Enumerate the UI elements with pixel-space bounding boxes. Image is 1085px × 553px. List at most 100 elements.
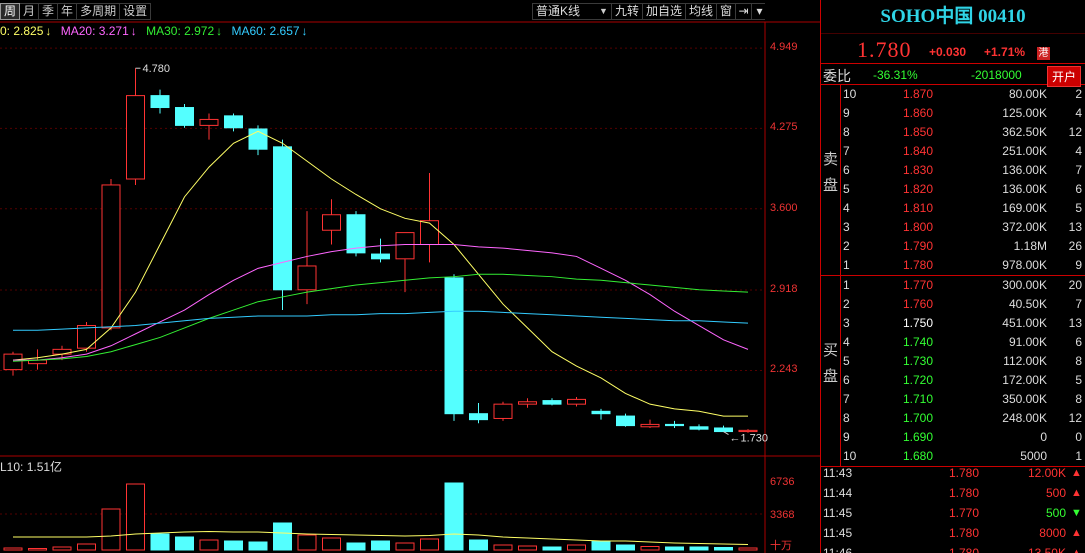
volume-bar xyxy=(101,508,121,551)
book-level: 4 xyxy=(843,335,850,349)
book-orders: 6 xyxy=(1075,335,1082,349)
bid-row[interactable]: 4 1.740 91.00K 6 xyxy=(821,333,1085,352)
book-orders: 5 xyxy=(1075,373,1082,387)
book-quantity: 91.00K xyxy=(1008,335,1047,349)
book-quantity: 248.00K xyxy=(1002,411,1047,425)
trade-row: 11:45 1.770 500 ▼ xyxy=(821,503,1085,523)
volume-bar xyxy=(420,538,439,551)
trade-price: 1.780 xyxy=(948,546,979,553)
trade-volume: 12.00K xyxy=(1027,466,1066,480)
price-tick-label: 3.600 xyxy=(770,201,798,214)
candle-body xyxy=(224,115,243,129)
ask-row[interactable]: 10 1.870 80.00K 2 xyxy=(821,85,1085,104)
price-change: +0.030 xyxy=(929,45,967,59)
ask-side: 卖盘 10 1.870 80.00K 2 9 1.860 125.00K 4 8 1.850 362… xyxy=(821,85,1085,276)
book-level: 2 xyxy=(843,239,850,253)
volume-bar xyxy=(616,544,635,551)
candle-body xyxy=(273,146,292,291)
volume-bar xyxy=(371,540,390,551)
arrow-up-icon: ▲ xyxy=(1071,547,1082,553)
volume-bar xyxy=(346,542,366,551)
book-price: 1.870 xyxy=(902,87,933,101)
book-level: 6 xyxy=(843,373,850,387)
ask-row[interactable]: 5 1.820 136.00K 6 xyxy=(821,180,1085,199)
volume-bar xyxy=(77,543,96,551)
book-price: 1.720 xyxy=(902,373,933,387)
ma10-line xyxy=(12,130,748,417)
candle-body xyxy=(591,410,611,415)
kline-chart[interactable]: 4.780 ←1.730 xyxy=(0,0,820,553)
ask-row[interactable]: 2 1.790 1.18M 26 xyxy=(821,237,1085,256)
candle-body xyxy=(689,426,709,430)
candle-body xyxy=(420,220,439,246)
bid-row[interactable]: 9 1.690 0 0 xyxy=(821,428,1085,447)
ask-row[interactable]: 4 1.810 169.00K 5 xyxy=(821,199,1085,218)
trade-volume: 500 xyxy=(1045,486,1066,500)
price-tick-label: 2.918 xyxy=(770,283,798,296)
candle-body xyxy=(150,95,170,109)
volume-bar xyxy=(591,540,611,551)
bid-row[interactable]: 8 1.700 248.00K 12 xyxy=(821,409,1085,428)
candle-body xyxy=(469,413,488,421)
high-label: 4.780 xyxy=(143,63,171,75)
bid-row[interactable]: 7 1.710 350.00K 8 xyxy=(821,390,1085,409)
book-level: 4 xyxy=(843,201,850,215)
ask-row[interactable]: 6 1.830 136.00K 7 xyxy=(821,161,1085,180)
bid-row[interactable]: 5 1.730 112.00K 8 xyxy=(821,352,1085,371)
ask-row[interactable]: 7 1.840 251.00K 4 xyxy=(821,142,1085,161)
candle-body xyxy=(101,184,121,329)
trade-row: 11:44 1.780 500 ▲ xyxy=(821,483,1085,503)
book-orders: 5 xyxy=(1075,201,1082,215)
book-level: 7 xyxy=(843,144,850,158)
book-price: 1.850 xyxy=(902,125,933,139)
trade-volume: 13.50K xyxy=(1027,546,1066,553)
book-price: 1.770 xyxy=(902,278,933,292)
candle-body xyxy=(493,403,513,419)
book-orders: 4 xyxy=(1075,144,1082,158)
book-quantity: 362.50K xyxy=(1002,125,1047,139)
bid-row[interactable]: 6 1.720 172.00K 5 xyxy=(821,371,1085,390)
volume-bar xyxy=(224,540,243,551)
candle-body xyxy=(567,398,586,405)
open-account-button[interactable]: 开户 xyxy=(1047,66,1082,87)
ask-row[interactable]: 1 1.780 978.00K 9 xyxy=(821,256,1085,275)
ask-row[interactable]: 3 1.800 372.00K 13 xyxy=(821,218,1085,237)
book-level: 2 xyxy=(843,297,850,311)
book-price: 1.790 xyxy=(902,239,933,253)
volume-bar xyxy=(175,536,194,551)
bid-row[interactable]: 1 1.770 300.00K 20 xyxy=(821,276,1085,295)
book-orders: 13 xyxy=(1068,220,1082,234)
trade-price: 1.780 xyxy=(948,526,979,540)
axis-background xyxy=(765,0,819,553)
book-quantity: 978.00K xyxy=(1002,258,1047,272)
book-price: 1.800 xyxy=(902,220,933,234)
book-level: 10 xyxy=(843,87,857,101)
book-quantity: 125.00K xyxy=(1002,106,1047,120)
book-price: 1.780 xyxy=(902,258,933,272)
book-price: 1.750 xyxy=(902,316,933,330)
volume-bar xyxy=(444,482,464,551)
trade-row: 11:46 1.780 13.50K ▲ xyxy=(821,543,1085,553)
last-price: 1.780 xyxy=(857,37,912,62)
ask-row[interactable]: 9 1.860 125.00K 4 xyxy=(821,104,1085,123)
book-quantity: 1.18M xyxy=(1013,239,1047,253)
book-level: 9 xyxy=(843,106,850,120)
book-orders: 2 xyxy=(1075,87,1082,101)
ask-row[interactable]: 8 1.850 362.50K 12 xyxy=(821,123,1085,142)
book-level: 1 xyxy=(843,258,850,272)
volume-bar xyxy=(126,483,145,551)
book-level: 5 xyxy=(843,354,850,368)
order-diff-value: -2018000 xyxy=(971,68,1022,82)
trade-row: 11:45 1.780 8000 ▲ xyxy=(821,523,1085,543)
bid-row[interactable]: 2 1.760 40.50K 7 xyxy=(821,295,1085,314)
price-tick-label: 2.243 xyxy=(770,363,798,376)
candle-body xyxy=(616,415,635,427)
bid-row[interactable]: 3 1.750 451.00K 13 xyxy=(821,314,1085,333)
price-tick-label: 4.949 xyxy=(770,41,798,54)
candle-body xyxy=(665,423,684,427)
arrow-up-icon: ▲ xyxy=(1071,527,1082,539)
trade-ticks: 11:43 1.780 12.00K ▲ 11:44 1.780 500 ▲ 11:45 1.77… xyxy=(821,463,1085,553)
candle-body xyxy=(3,353,23,371)
candle-body xyxy=(444,277,464,415)
candle-body xyxy=(395,232,415,260)
